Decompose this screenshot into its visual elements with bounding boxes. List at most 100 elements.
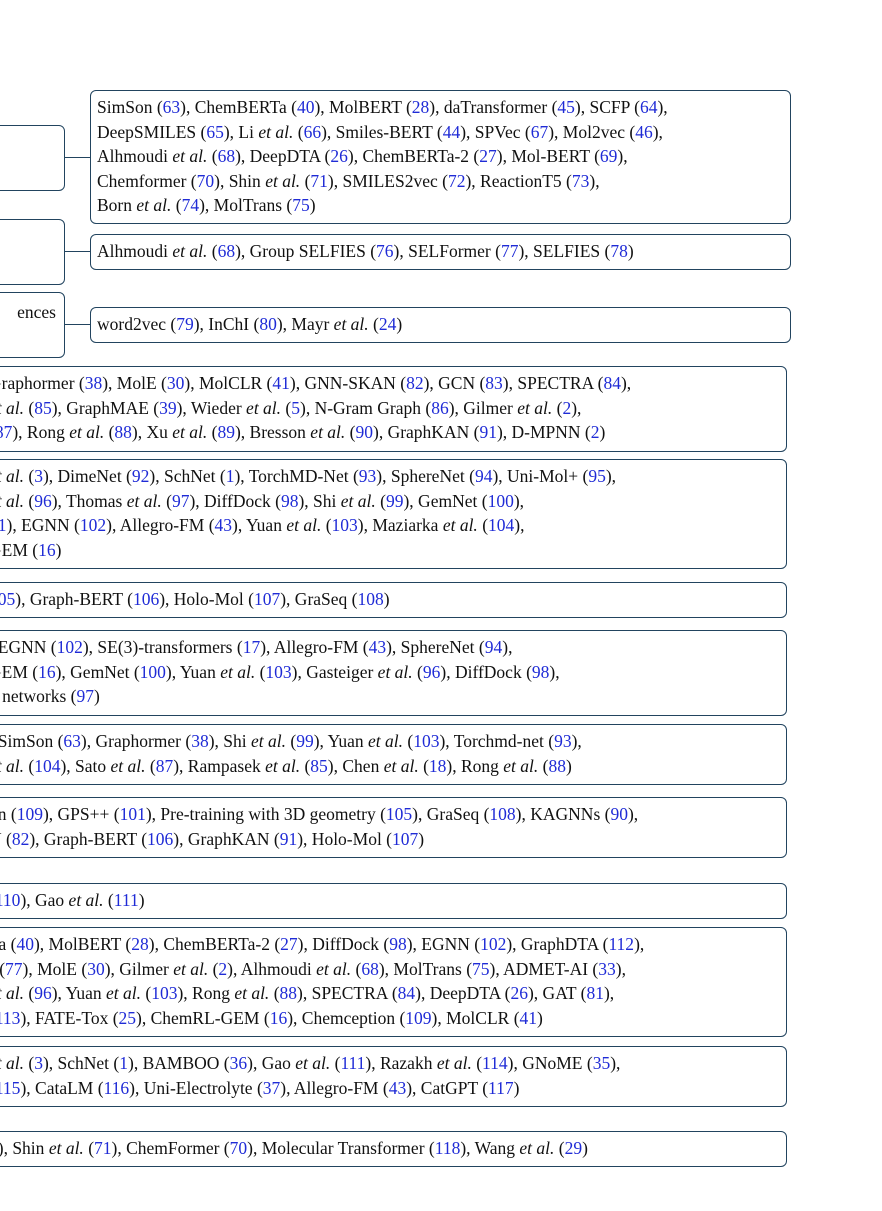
reference-link[interactable]: 71 xyxy=(94,1138,112,1158)
reference-link[interactable]: 96 xyxy=(423,662,441,682)
reference-link[interactable]: 96 xyxy=(34,983,52,1003)
reference-link[interactable]: 103 xyxy=(151,983,177,1003)
reference-link[interactable]: 111 xyxy=(114,890,139,910)
reference-link[interactable]: 67 xyxy=(531,122,549,142)
reference-link[interactable]: 65 xyxy=(206,122,224,142)
reference-link[interactable]: 28 xyxy=(412,97,430,117)
reference-link[interactable]: 98 xyxy=(389,934,407,954)
reference-link[interactable]: 33 xyxy=(598,959,616,979)
reference-link[interactable]: 113 xyxy=(0,1008,20,1028)
reference-link[interactable]: 64 xyxy=(640,97,658,117)
reference-link[interactable]: 35 xyxy=(593,1053,611,1073)
reference-link[interactable]: 36 xyxy=(230,1053,248,1073)
reference-link[interactable]: 39 xyxy=(159,398,177,418)
reference-link[interactable]: 84 xyxy=(398,983,416,1003)
reference-link[interactable]: 99 xyxy=(386,491,404,511)
reference-link[interactable]: 68 xyxy=(218,146,236,166)
reference-link[interactable]: 66 xyxy=(304,122,322,142)
reference-link[interactable]: 77 xyxy=(501,241,519,261)
reference-link[interactable]: 107 xyxy=(392,829,418,849)
reference-link[interactable]: 18 xyxy=(429,756,447,776)
reference-link[interactable]: 109 xyxy=(17,804,43,824)
reference-link[interactable]: 91 xyxy=(280,829,298,849)
reference-link[interactable]: 29 xyxy=(565,1138,583,1158)
reference-link[interactable]: 72 xyxy=(448,171,466,191)
reference-link[interactable]: 116 xyxy=(104,1078,130,1098)
reference-link[interactable]: 43 xyxy=(215,515,233,535)
reference-link[interactable]: 98 xyxy=(532,662,550,682)
reference-link[interactable]: 27 xyxy=(479,146,497,166)
reference-link[interactable]: 106 xyxy=(147,829,173,849)
reference-link[interactable]: 44 xyxy=(443,122,461,142)
reference-link[interactable]: 103 xyxy=(413,731,439,751)
reference-link[interactable]: 69 xyxy=(600,146,618,166)
reference-link[interactable]: 81 xyxy=(586,983,604,1003)
reference-link[interactable]: 102 xyxy=(480,934,506,954)
reference-link[interactable]: 90 xyxy=(356,422,374,442)
reference-link[interactable]: 2 xyxy=(562,398,571,418)
reference-link[interactable]: 108 xyxy=(489,804,515,824)
reference-link[interactable]: 41 xyxy=(520,1008,538,1028)
reference-link[interactable]: 84 xyxy=(603,373,621,393)
reference-link[interactable]: 97 xyxy=(76,686,94,706)
reference-link[interactable]: 107 xyxy=(254,589,280,609)
reference-link[interactable]: 90 xyxy=(610,804,628,824)
reference-link[interactable]: 26 xyxy=(330,146,348,166)
reference-link[interactable]: 85 xyxy=(310,756,328,776)
reference-link[interactable]: 80 xyxy=(259,314,277,334)
reference-link[interactable]: 98 xyxy=(281,491,299,511)
reference-link[interactable]: 92 xyxy=(132,466,150,486)
reference-link[interactable]: 17 xyxy=(243,637,261,657)
reference-link[interactable]: 2 xyxy=(591,422,600,442)
reference-link[interactable]: 103 xyxy=(265,662,291,682)
reference-link[interactable]: 63 xyxy=(163,97,181,117)
reference-link[interactable]: 87 xyxy=(156,756,174,776)
reference-link[interactable]: 101 xyxy=(120,804,146,824)
reference-link[interactable]: 76 xyxy=(376,241,394,261)
reference-link[interactable]: 115 xyxy=(0,1078,20,1098)
reference-link[interactable]: 78 xyxy=(610,241,628,261)
reference-link[interactable]: 108 xyxy=(358,589,384,609)
reference-link[interactable]: 16 xyxy=(270,1008,288,1028)
reference-link[interactable]: 94 xyxy=(485,637,503,657)
reference-link[interactable]: 37 xyxy=(263,1078,281,1098)
reference-link[interactable]: 63 xyxy=(63,731,81,751)
reference-link[interactable]: 68 xyxy=(218,241,236,261)
reference-link[interactable]: 102 xyxy=(80,515,106,535)
reference-link[interactable]: 104 xyxy=(488,515,514,535)
reference-link[interactable]: 45 xyxy=(557,97,575,117)
reference-link[interactable]: 1 xyxy=(119,1053,128,1073)
reference-link[interactable]: 30 xyxy=(167,373,185,393)
reference-link[interactable]: 75 xyxy=(292,195,310,215)
reference-link[interactable]: 105 xyxy=(386,804,412,824)
reference-link[interactable]: 70 xyxy=(230,1138,248,1158)
reference-link[interactable]: 96 xyxy=(34,491,52,511)
reference-link[interactable]: 99 xyxy=(296,731,314,751)
reference-link[interactable]: 43 xyxy=(389,1078,407,1098)
reference-link[interactable]: 103 xyxy=(332,515,358,535)
reference-link[interactable]: 24 xyxy=(379,314,397,334)
reference-link[interactable]: 74 xyxy=(182,195,200,215)
reference-link[interactable]: 2 xyxy=(218,959,227,979)
reference-link[interactable]: 3 xyxy=(34,466,43,486)
reference-link[interactable]: 5 xyxy=(291,398,300,418)
reference-link[interactable]: 86 xyxy=(431,398,449,418)
reference-link[interactable]: 46 xyxy=(635,122,653,142)
reference-link[interactable]: 16 xyxy=(38,540,56,560)
reference-link[interactable]: 40 xyxy=(297,97,315,117)
reference-link[interactable]: 73 xyxy=(572,171,590,191)
reference-link[interactable]: 102 xyxy=(57,637,83,657)
reference-link[interactable]: 75 xyxy=(472,959,490,979)
reference-link[interactable]: 82 xyxy=(12,829,30,849)
reference-link[interactable]: 112 xyxy=(608,934,634,954)
reference-link[interactable]: 87 xyxy=(0,422,12,442)
reference-link[interactable]: 16 xyxy=(38,662,56,682)
reference-link[interactable]: 40 xyxy=(16,934,34,954)
reference-link[interactable]: 104 xyxy=(34,756,60,776)
reference-link[interactable]: 110 xyxy=(0,890,20,910)
reference-link[interactable]: 27 xyxy=(280,934,298,954)
reference-link[interactable]: 106 xyxy=(133,589,159,609)
reference-link[interactable]: 94 xyxy=(475,466,493,486)
reference-link[interactable]: 43 xyxy=(369,637,387,657)
reference-link[interactable]: 77 xyxy=(5,959,23,979)
